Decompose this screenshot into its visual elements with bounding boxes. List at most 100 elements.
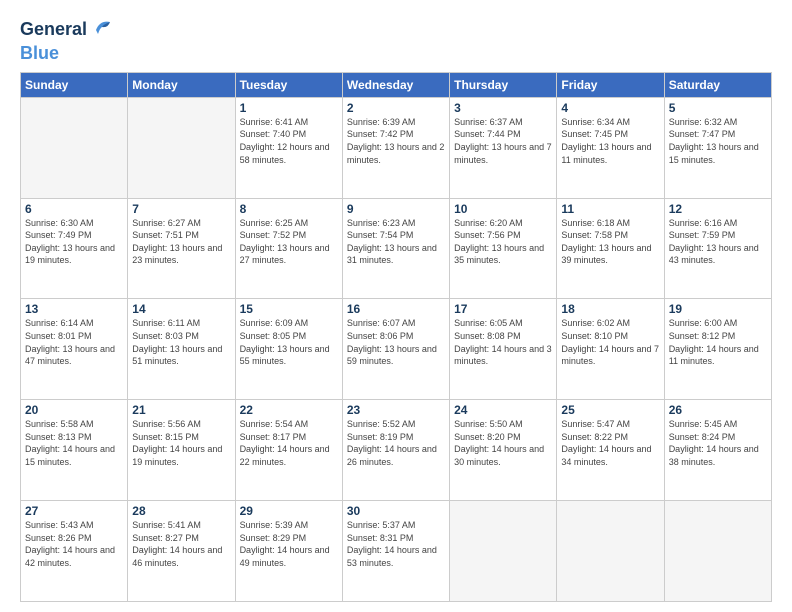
page: General Blue SundayMondayTuesdayWednesda…	[0, 0, 792, 612]
day-number: 3	[454, 101, 552, 115]
day-number: 1	[240, 101, 338, 115]
calendar-cell: 29 Sunrise: 5:39 AMSunset: 8:29 PMDaylig…	[235, 501, 342, 602]
day-info: Sunrise: 6:18 AMSunset: 7:58 PMDaylight:…	[561, 217, 659, 267]
calendar-cell	[128, 97, 235, 198]
day-info: Sunrise: 6:16 AMSunset: 7:59 PMDaylight:…	[669, 217, 767, 267]
calendar-cell: 4 Sunrise: 6:34 AMSunset: 7:45 PMDayligh…	[557, 97, 664, 198]
calendar: SundayMondayTuesdayWednesdayThursdayFrid…	[20, 72, 772, 602]
calendar-cell: 14 Sunrise: 6:11 AMSunset: 8:03 PMDaylig…	[128, 299, 235, 400]
day-number: 20	[25, 403, 123, 417]
day-number: 10	[454, 202, 552, 216]
calendar-cell: 8 Sunrise: 6:25 AMSunset: 7:52 PMDayligh…	[235, 198, 342, 299]
calendar-cell: 26 Sunrise: 5:45 AMSunset: 8:24 PMDaylig…	[664, 400, 771, 501]
calendar-cell: 21 Sunrise: 5:56 AMSunset: 8:15 PMDaylig…	[128, 400, 235, 501]
weekday-header-sunday: Sunday	[21, 72, 128, 97]
day-info: Sunrise: 5:58 AMSunset: 8:13 PMDaylight:…	[25, 418, 123, 468]
calendar-cell: 25 Sunrise: 5:47 AMSunset: 8:22 PMDaylig…	[557, 400, 664, 501]
day-number: 8	[240, 202, 338, 216]
day-number: 30	[347, 504, 445, 518]
calendar-cell: 6 Sunrise: 6:30 AMSunset: 7:49 PMDayligh…	[21, 198, 128, 299]
weekday-header-tuesday: Tuesday	[235, 72, 342, 97]
day-info: Sunrise: 6:39 AMSunset: 7:42 PMDaylight:…	[347, 116, 445, 166]
day-info: Sunrise: 6:09 AMSunset: 8:05 PMDaylight:…	[240, 317, 338, 367]
calendar-cell: 13 Sunrise: 6:14 AMSunset: 8:01 PMDaylig…	[21, 299, 128, 400]
calendar-cell: 28 Sunrise: 5:41 AMSunset: 8:27 PMDaylig…	[128, 501, 235, 602]
day-info: Sunrise: 5:43 AMSunset: 8:26 PMDaylight:…	[25, 519, 123, 569]
day-number: 16	[347, 302, 445, 316]
day-info: Sunrise: 5:41 AMSunset: 8:27 PMDaylight:…	[132, 519, 230, 569]
calendar-cell: 2 Sunrise: 6:39 AMSunset: 7:42 PMDayligh…	[342, 97, 449, 198]
calendar-cell	[557, 501, 664, 602]
calendar-cell: 18 Sunrise: 6:02 AMSunset: 8:10 PMDaylig…	[557, 299, 664, 400]
day-number: 27	[25, 504, 123, 518]
weekday-header-friday: Friday	[557, 72, 664, 97]
day-number: 13	[25, 302, 123, 316]
logo: General Blue	[20, 16, 114, 64]
day-number: 15	[240, 302, 338, 316]
logo-bird-icon	[92, 16, 114, 44]
day-number: 6	[25, 202, 123, 216]
day-number: 19	[669, 302, 767, 316]
calendar-cell: 15 Sunrise: 6:09 AMSunset: 8:05 PMDaylig…	[235, 299, 342, 400]
day-info: Sunrise: 5:37 AMSunset: 8:31 PMDaylight:…	[347, 519, 445, 569]
day-number: 28	[132, 504, 230, 518]
day-number: 29	[240, 504, 338, 518]
calendar-cell	[21, 97, 128, 198]
calendar-cell: 1 Sunrise: 6:41 AMSunset: 7:40 PMDayligh…	[235, 97, 342, 198]
day-info: Sunrise: 6:32 AMSunset: 7:47 PMDaylight:…	[669, 116, 767, 166]
day-info: Sunrise: 6:41 AMSunset: 7:40 PMDaylight:…	[240, 116, 338, 166]
day-number: 2	[347, 101, 445, 115]
logo-text-blue: Blue	[20, 44, 114, 64]
calendar-cell: 12 Sunrise: 6:16 AMSunset: 7:59 PMDaylig…	[664, 198, 771, 299]
calendar-cell: 19 Sunrise: 6:00 AMSunset: 8:12 PMDaylig…	[664, 299, 771, 400]
day-info: Sunrise: 6:14 AMSunset: 8:01 PMDaylight:…	[25, 317, 123, 367]
calendar-cell: 23 Sunrise: 5:52 AMSunset: 8:19 PMDaylig…	[342, 400, 449, 501]
day-info: Sunrise: 6:05 AMSunset: 8:08 PMDaylight:…	[454, 317, 552, 367]
calendar-cell	[450, 501, 557, 602]
day-number: 23	[347, 403, 445, 417]
day-info: Sunrise: 6:27 AMSunset: 7:51 PMDaylight:…	[132, 217, 230, 267]
day-info: Sunrise: 6:23 AMSunset: 7:54 PMDaylight:…	[347, 217, 445, 267]
calendar-cell: 9 Sunrise: 6:23 AMSunset: 7:54 PMDayligh…	[342, 198, 449, 299]
day-info: Sunrise: 5:56 AMSunset: 8:15 PMDaylight:…	[132, 418, 230, 468]
calendar-cell: 16 Sunrise: 6:07 AMSunset: 8:06 PMDaylig…	[342, 299, 449, 400]
day-number: 7	[132, 202, 230, 216]
calendar-cell	[664, 501, 771, 602]
header: General Blue	[20, 16, 772, 64]
day-info: Sunrise: 6:37 AMSunset: 7:44 PMDaylight:…	[454, 116, 552, 166]
day-info: Sunrise: 5:45 AMSunset: 8:24 PMDaylight:…	[669, 418, 767, 468]
day-number: 22	[240, 403, 338, 417]
day-info: Sunrise: 6:34 AMSunset: 7:45 PMDaylight:…	[561, 116, 659, 166]
day-info: Sunrise: 6:02 AMSunset: 8:10 PMDaylight:…	[561, 317, 659, 367]
calendar-cell: 30 Sunrise: 5:37 AMSunset: 8:31 PMDaylig…	[342, 501, 449, 602]
day-info: Sunrise: 6:30 AMSunset: 7:49 PMDaylight:…	[25, 217, 123, 267]
day-number: 17	[454, 302, 552, 316]
day-info: Sunrise: 6:11 AMSunset: 8:03 PMDaylight:…	[132, 317, 230, 367]
day-info: Sunrise: 5:50 AMSunset: 8:20 PMDaylight:…	[454, 418, 552, 468]
day-info: Sunrise: 6:25 AMSunset: 7:52 PMDaylight:…	[240, 217, 338, 267]
calendar-cell: 27 Sunrise: 5:43 AMSunset: 8:26 PMDaylig…	[21, 501, 128, 602]
weekday-header-wednesday: Wednesday	[342, 72, 449, 97]
day-info: Sunrise: 5:47 AMSunset: 8:22 PMDaylight:…	[561, 418, 659, 468]
day-info: Sunrise: 5:54 AMSunset: 8:17 PMDaylight:…	[240, 418, 338, 468]
day-info: Sunrise: 6:20 AMSunset: 7:56 PMDaylight:…	[454, 217, 552, 267]
calendar-cell: 7 Sunrise: 6:27 AMSunset: 7:51 PMDayligh…	[128, 198, 235, 299]
day-number: 4	[561, 101, 659, 115]
calendar-cell: 20 Sunrise: 5:58 AMSunset: 8:13 PMDaylig…	[21, 400, 128, 501]
day-number: 24	[454, 403, 552, 417]
day-number: 21	[132, 403, 230, 417]
weekday-header-saturday: Saturday	[664, 72, 771, 97]
day-number: 14	[132, 302, 230, 316]
calendar-cell: 5 Sunrise: 6:32 AMSunset: 7:47 PMDayligh…	[664, 97, 771, 198]
weekday-header-monday: Monday	[128, 72, 235, 97]
weekday-header-thursday: Thursday	[450, 72, 557, 97]
calendar-cell: 24 Sunrise: 5:50 AMSunset: 8:20 PMDaylig…	[450, 400, 557, 501]
day-number: 9	[347, 202, 445, 216]
day-number: 12	[669, 202, 767, 216]
day-number: 26	[669, 403, 767, 417]
day-number: 18	[561, 302, 659, 316]
day-number: 25	[561, 403, 659, 417]
day-info: Sunrise: 6:00 AMSunset: 8:12 PMDaylight:…	[669, 317, 767, 367]
calendar-cell: 10 Sunrise: 6:20 AMSunset: 7:56 PMDaylig…	[450, 198, 557, 299]
day-info: Sunrise: 6:07 AMSunset: 8:06 PMDaylight:…	[347, 317, 445, 367]
